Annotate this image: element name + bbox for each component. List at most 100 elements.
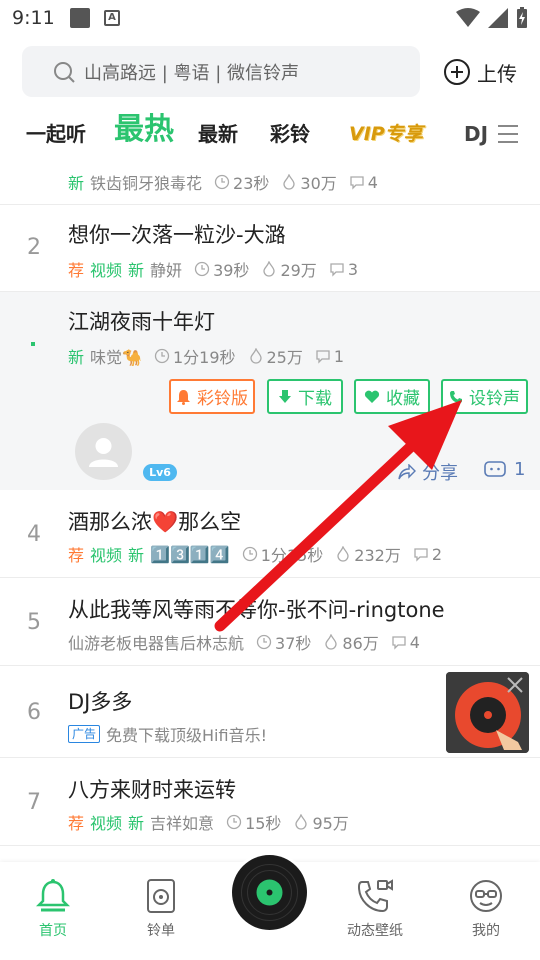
nav-playlist[interactable]: 铃单: [116, 878, 206, 940]
clock-icon: [154, 348, 170, 364]
comment-icon: [350, 176, 364, 190]
song-title: 八方来财时来运转: [68, 778, 236, 802]
comment-button[interactable]: 1: [484, 459, 525, 480]
status-time: 9:11: [12, 7, 55, 29]
tab-vip[interactable]: VIP专享: [349, 110, 423, 158]
color-ring-button[interactable]: 彩铃版: [169, 379, 255, 414]
favorite-button[interactable]: 收藏: [354, 379, 430, 414]
comment-icon: [414, 548, 428, 562]
song-plays: 30万: [300, 174, 337, 193]
bell-icon: [177, 389, 190, 405]
tab-dj[interactable]: DJ: [464, 110, 488, 158]
nav-home[interactable]: 首页: [8, 878, 98, 940]
clock-icon: [256, 634, 272, 650]
ad-image[interactable]: [446, 672, 529, 753]
ad-badge: 广告: [68, 725, 101, 743]
song-artist: 味觉🐪: [90, 348, 142, 367]
tab-listen-together[interactable]: 一起听: [26, 110, 86, 158]
nav-profile-label: 我的: [472, 923, 500, 939]
clock-icon: [214, 174, 230, 190]
song-artist: 铁齿铜牙狼毒花: [90, 174, 203, 193]
list-item[interactable]: 5 从此我等风等雨不等你-张不问-ringtone 仙游老板电器售后林志航 37…: [0, 578, 540, 666]
user-icon: [89, 438, 118, 467]
song-plays: 95万: [312, 814, 349, 833]
song-title: 酒那么浓❤️那么空: [68, 510, 242, 534]
song-plays: 232万: [354, 546, 401, 565]
recommend-tag: 荐: [68, 814, 85, 833]
new-tag: 新: [128, 546, 145, 565]
nav-profile[interactable]: 我的: [441, 878, 531, 940]
new-tag: 新: [68, 174, 85, 193]
song-duration: 39秒: [213, 261, 250, 280]
flame-icon: [249, 348, 262, 364]
song-meta: 仙游老板电器售后林志航 37秒 86万 4: [68, 630, 420, 654]
song-plays: 29万: [280, 261, 317, 280]
song-comments: 1: [333, 346, 345, 366]
song-comments: 4: [367, 172, 378, 192]
recommend-tag: 荐: [68, 546, 85, 565]
status-bar: 9:11 A: [0, 0, 540, 36]
upload-label: 上传: [477, 61, 517, 86]
nav-playlist-label: 铃单: [147, 923, 175, 939]
upload-button[interactable]: 上传: [443, 58, 517, 86]
video-call-icon: [357, 879, 393, 913]
list-item[interactable]: 新 铁齿铜牙狼毒花 23秒 30万 4: [0, 158, 540, 205]
song-title: 从此我等风等雨不等你-张不问-ringtone: [68, 598, 445, 622]
avatar[interactable]: [75, 423, 132, 480]
list-item[interactable]: 4 酒那么浓❤️那么空 荐 视频 新 1️⃣3️⃣1️⃣4️⃣ 1分15秒 23…: [0, 490, 540, 578]
song-comments: 4: [409, 632, 420, 652]
player-disc-button[interactable]: [232, 855, 307, 930]
new-tag: 新: [128, 261, 145, 280]
song-rank: 4: [27, 522, 41, 547]
video-tag: 视频: [90, 546, 123, 565]
song-title: 想你一次落一粒沙-大潞: [68, 223, 286, 247]
nav-home-label: 首页: [39, 923, 67, 939]
set-ringtone-label: 设铃声: [469, 389, 520, 409]
bell-icon: [36, 879, 70, 912]
color-ring-label: 彩铃版: [197, 389, 248, 409]
song-plays: 86万: [342, 634, 379, 653]
song-meta: 新 铁齿铜牙狼毒花 23秒 30万 4: [68, 170, 378, 194]
ad-meta: 广告 免费下载顶级Hifi音乐!: [68, 722, 267, 746]
song-meta: 荐 视频 新 1️⃣3️⃣1️⃣4️⃣ 1分15秒 232万 2: [68, 542, 442, 566]
clock-icon: [226, 814, 242, 830]
wifi-icon: [456, 8, 480, 27]
ad-title: DJ多多: [68, 690, 133, 714]
download-button[interactable]: 下载: [267, 379, 343, 414]
share-button[interactable]: 分享: [398, 459, 458, 485]
list-item[interactable]: 2 想你一次落一粒沙-大潞 荐 视频 新 静妍 39秒 29万 3: [0, 205, 540, 292]
list-item[interactable]: 7 八方来财时来运转 荐 视频 新 吉祥如意 15秒 95万: [0, 758, 540, 846]
flame-icon: [263, 261, 276, 277]
song-comments: 3: [347, 259, 358, 279]
search-bar[interactable]: 山高路远 | 粤语 | 微信铃声: [22, 46, 420, 97]
share-icon: [398, 464, 416, 480]
comment-icon: [316, 350, 330, 364]
song-artist: 1️⃣3️⃣1️⃣4️⃣: [150, 544, 230, 564]
playing-indicator: [31, 342, 35, 346]
song-duration: 37秒: [275, 634, 312, 653]
tab-color-ring[interactable]: 彩铃: [270, 110, 310, 158]
song-plays: 25万: [266, 348, 303, 367]
tab-newest[interactable]: 最新: [198, 110, 238, 158]
plus-circle-icon: [444, 59, 470, 85]
song-artist: 仙游老板电器售后林志航: [68, 634, 245, 653]
clock-icon: [242, 546, 257, 562]
comment-icon: [330, 263, 344, 277]
menu-icon[interactable]: [496, 122, 520, 146]
tab-hottest[interactable]: 最热: [114, 106, 174, 154]
notification-icon: [70, 8, 90, 28]
search-placeholder: 山高路远 | 粤语 | 微信铃声: [84, 62, 300, 84]
nav-wallpaper[interactable]: 动态壁纸: [330, 878, 420, 940]
comment-bubble-icon: [484, 460, 506, 477]
search-icon: [54, 61, 75, 83]
category-tabs: 一起听 最热 最新 彩铃 VIP专享 DJ: [0, 110, 540, 158]
signal-icon: [488, 8, 508, 28]
recommend-tag: 荐: [68, 261, 85, 280]
song-comments: 2: [431, 544, 443, 564]
song-meta: 新 味觉🐪 1分19秒 25万 1: [68, 344, 344, 368]
song-duration: 15秒: [245, 814, 282, 833]
battery-icon: [517, 7, 527, 28]
share-label: 分享: [422, 463, 458, 484]
set-ringtone-button[interactable]: 设铃声: [441, 379, 528, 414]
a-notification-icon: A: [104, 10, 120, 26]
